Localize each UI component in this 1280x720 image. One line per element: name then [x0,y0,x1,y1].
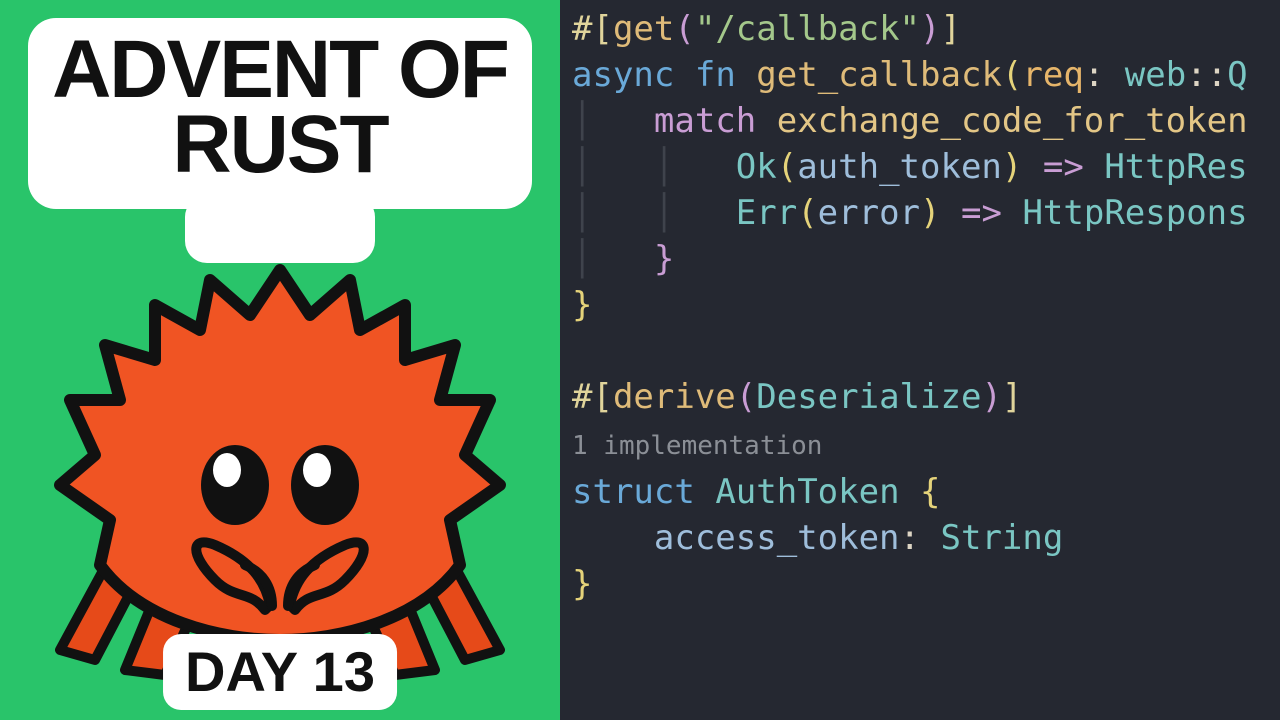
attr-bracket: ] [941,9,961,49]
paren: ) [920,193,940,233]
colon: : [900,518,920,558]
title-card: ADVENT OF RUST [28,18,532,209]
fn-call: exchange_code_for_token [777,101,1248,141]
attr-bracket: ] [1002,377,1022,417]
type: Q [1227,55,1247,95]
day-badge: DAY 13 [163,634,397,710]
paren: ( [736,377,756,417]
brace-open: { [920,472,940,512]
attr-name: get [613,9,674,49]
string-literal: "/callback" [695,9,920,49]
colon: : [1084,55,1104,95]
enum-ok: Ok [736,147,777,187]
param: req [1022,55,1083,95]
kw-struct: struct [572,472,695,512]
title-line-2: RUST [52,107,508,182]
fat-arrow: => [1043,147,1084,187]
kw-fn: fn [695,55,736,95]
paren: ( [1002,55,1022,95]
kw-async: async [572,55,674,95]
fat-arrow: => [961,193,1002,233]
title-line-1: ADVENT OF [52,32,508,107]
paren: ( [777,147,797,187]
brace-close: } [572,285,592,325]
code-block: #[get("/callback")] async fn get_callbac… [572,6,1280,607]
fn-name: get_callback [756,55,1002,95]
sep: :: [1186,55,1227,95]
ferris-icon [40,260,520,680]
paren: ) [920,9,940,49]
attr-bracket: #[ [572,9,613,49]
type: HttpRespons [1022,193,1247,233]
paren: ) [981,377,1001,417]
trait: Deserialize [756,377,981,417]
type: String [941,518,1064,558]
type-path: web [1125,55,1186,95]
code-panel: #[get("/callback")] async fn get_callbac… [560,0,1280,720]
type-name: AuthToken [715,472,899,512]
brace-close: } [572,564,592,604]
type: HttpRes [1104,147,1247,187]
paren: ( [674,9,694,49]
field: access_token [654,518,900,558]
kw-match: match [654,101,756,141]
thumbnail-left-panel: ADVENT OF RUST [0,0,560,720]
paren: ( [797,193,817,233]
paren: ) [1002,147,1022,187]
var: error [818,193,920,233]
codelens-hint: 1 implementation [572,431,822,461]
day-text: DAY 13 [185,644,375,700]
attr-bracket: #[ [572,377,613,417]
var: auth_token [797,147,1002,187]
enum-err: Err [736,193,797,233]
attr-name: derive [613,377,736,417]
brace-close: } [654,239,674,279]
